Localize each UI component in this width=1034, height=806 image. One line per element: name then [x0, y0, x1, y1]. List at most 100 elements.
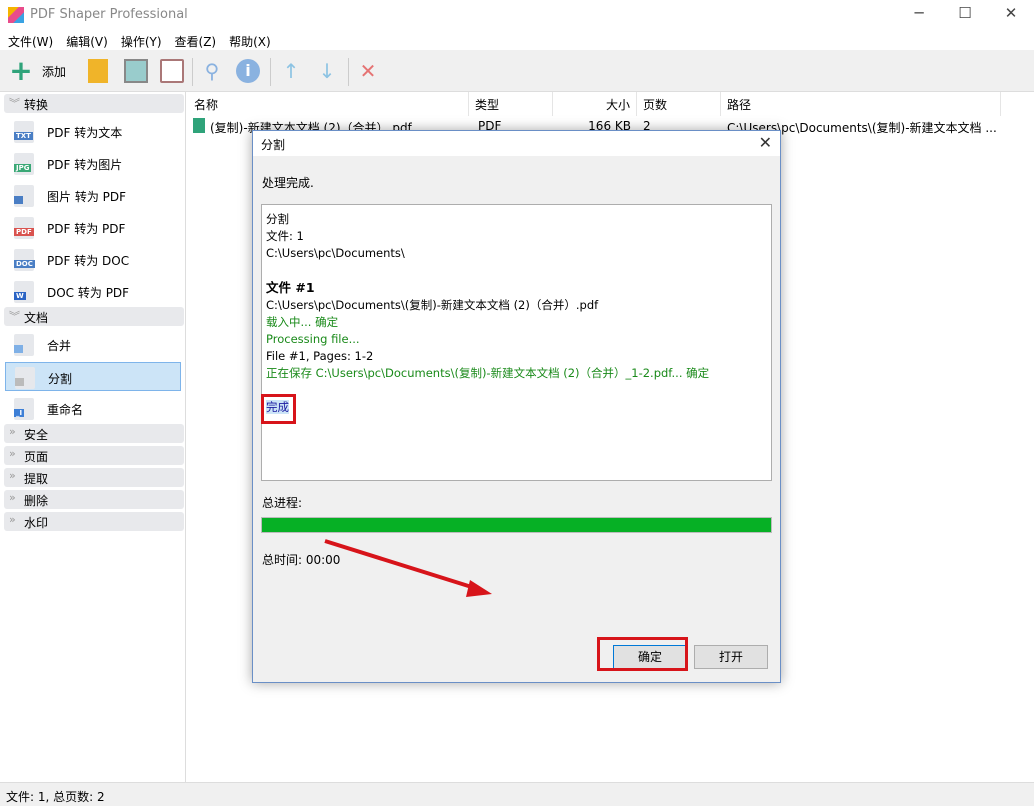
sidebar-item-label: 重命名 — [47, 403, 84, 417]
column-path[interactable]: 路径 — [721, 92, 1001, 116]
progress-bar — [261, 517, 772, 533]
minimize-button[interactable]: ─ — [896, 4, 942, 26]
sidebar-section-header[interactable]: » 安全 — [4, 424, 184, 443]
chevron-right-icon: » — [9, 491, 16, 504]
sidebar-item-label: PDF 转为 PDF — [47, 222, 126, 236]
log-line: 分割 — [266, 211, 767, 228]
sidebar-item[interactable]: W DOC 转为 PDF — [5, 277, 181, 306]
toolbar: + 添加 ⚲ i ↑ ↓ ✕ — [0, 50, 1034, 92]
status-bar: 文件: 1, 总页数: 2 — [0, 782, 1034, 806]
log-line: C:\Users\pc\Documents\ — [266, 245, 767, 262]
sidebar: ︾ 转换 TXT PDF 转为文本 JPG PDF 转为图片 图片 转为 PDF PDF PD… — [0, 92, 186, 782]
file-type-icon: W — [14, 281, 34, 303]
split-dialog: 分割 ✕ 处理完成. 分割 文件: 1 C:\Users\pc\Documents\… — [252, 130, 781, 683]
dialog-title-bar: 分割 ✕ — [253, 131, 780, 156]
time-label: 总时间: 00:00 — [262, 553, 341, 567]
column-name[interactable]: 名称 — [188, 92, 469, 116]
log-line: Processing file... — [266, 331, 767, 348]
sidebar-item-label: DOC 转为 PDF — [47, 286, 130, 300]
section-label: 安全 — [24, 428, 49, 442]
sidebar-item-label: PDF 转为文本 — [47, 126, 123, 140]
sidebar-section-header[interactable]: ︾ 转换 — [4, 94, 184, 113]
menu-help[interactable]: 帮助(X) — [221, 30, 271, 50]
sidebar-item-label: PDF 转为图片 — [47, 158, 123, 172]
sidebar-item[interactable]: 合并 — [5, 330, 181, 359]
log-line: 文件 #1 — [266, 279, 767, 297]
menu-view[interactable]: 查看(Z) — [167, 30, 217, 50]
dialog-close-button[interactable]: ✕ — [759, 133, 772, 152]
column-type[interactable]: 类型 — [469, 92, 553, 116]
log-text: 载入中... 确定 — [266, 315, 339, 329]
dialog-title: 分割 — [261, 138, 286, 152]
log-text: Processing file... — [266, 332, 360, 346]
log-text: File #1, Pages: 1-2 — [266, 349, 374, 363]
arrow-up-icon[interactable]: ↑ — [279, 59, 303, 83]
log-text: 完成 — [266, 400, 289, 414]
sidebar-item[interactable]: _I 重命名 — [5, 394, 181, 423]
folder-icon[interactable] — [88, 59, 108, 83]
file-type-icon: DOC — [14, 249, 35, 271]
log-line: 文件: 1 — [266, 228, 767, 245]
log-line: File #1, Pages: 1-2 — [266, 348, 767, 365]
close-button[interactable]: ✕ — [988, 4, 1034, 26]
sidebar-section-header[interactable]: » 水印 — [4, 512, 184, 531]
sidebar-item[interactable]: JPG PDF 转为图片 — [5, 149, 181, 178]
section-label: 页面 — [24, 450, 49, 464]
chevron-down-icon: ︾ — [9, 97, 20, 110]
window-title: PDF Shaper Professional — [30, 7, 188, 22]
section-label: 提取 — [24, 472, 49, 486]
sidebar-item[interactable]: DOC PDF 转为 DOC — [5, 245, 181, 274]
pdf-file-icon — [193, 118, 205, 133]
log-text: 正在保存 C:\Users\pc\Documents\(复制)-新建文本文档 (… — [266, 366, 710, 380]
sidebar-section-header[interactable]: » 删除 — [4, 490, 184, 509]
menu-action[interactable]: 操作(Y) — [113, 30, 162, 50]
log-text: C:\Users\pc\Documents\(复制)-新建文本文档 (2)（合并… — [266, 298, 599, 312]
log-line: 正在保存 C:\Users\pc\Documents\(复制)-新建文本文档 (… — [266, 365, 767, 382]
sidebar-section-header[interactable]: » 页面 — [4, 446, 184, 465]
column-pages[interactable]: 页数 — [637, 92, 721, 116]
file-type-icon: _I — [14, 398, 34, 420]
title-bar: PDF Shaper Professional ─ ☐ ✕ — [0, 0, 1034, 30]
delete-icon[interactable]: ✕ — [356, 59, 380, 83]
section-label: 文档 — [24, 311, 49, 325]
info-icon[interactable]: i — [236, 59, 260, 83]
clipboard-icon[interactable] — [160, 59, 184, 83]
section-label: 删除 — [24, 494, 49, 508]
sidebar-item[interactable]: PDF PDF 转为 PDF — [5, 213, 181, 242]
menu-edit[interactable]: 编辑(V) — [58, 30, 108, 50]
sidebar-item-label: PDF 转为 DOC — [47, 254, 130, 268]
column-size[interactable]: 大小 — [553, 92, 637, 116]
maximize-button[interactable]: ☐ — [942, 4, 988, 26]
log-text: 分割 — [266, 212, 289, 226]
chevron-right-icon: » — [9, 447, 16, 460]
chevron-right-icon: » — [9, 513, 16, 526]
sidebar-item-label: 图片 转为 PDF — [47, 190, 127, 204]
file-type-icon: PDF — [14, 217, 34, 239]
sidebar-item[interactable]: 图片 转为 PDF — [5, 181, 181, 210]
log-line: 载入中... 确定 — [266, 314, 767, 331]
progress-fill — [262, 518, 771, 532]
log-output[interactable]: 分割文件: 1 C:\Users\pc\Documents\ 文件 #1 C:\Use… — [261, 204, 772, 481]
search-icon[interactable]: ⚲ — [200, 59, 224, 83]
sidebar-section-header[interactable]: » 提取 — [4, 468, 184, 487]
app-logo-icon — [8, 7, 24, 23]
menu-bar: 文件(W) 编辑(V) 操作(Y) 查看(Z) 帮助(X) — [0, 30, 1034, 50]
sidebar-item[interactable]: 分割 — [5, 362, 181, 391]
open-button[interactable]: 打开 — [694, 645, 768, 669]
plus-icon[interactable]: + — [9, 57, 33, 85]
sidebar-section-header[interactable]: ︾ 文档 — [4, 307, 184, 326]
sidebar-item[interactable]: TXT PDF 转为文本 — [5, 117, 181, 146]
arrow-down-icon[interactable]: ↓ — [315, 59, 339, 83]
log-line: C:\Users\pc\Documents\(复制)-新建文本文档 (2)（合并… — [266, 297, 767, 314]
file-type-icon: TXT — [14, 121, 34, 143]
add-button[interactable]: 添加 — [42, 63, 66, 80]
sidebar-item-label: 分割 — [48, 372, 73, 386]
log-line: 完成 — [266, 399, 767, 416]
progress-label: 总进程: — [262, 496, 303, 510]
status-message: 处理完成. — [262, 176, 314, 190]
menu-file[interactable]: 文件(W) — [0, 30, 53, 50]
ok-button[interactable]: 确定 — [613, 645, 687, 669]
image-icon[interactable] — [124, 59, 148, 83]
